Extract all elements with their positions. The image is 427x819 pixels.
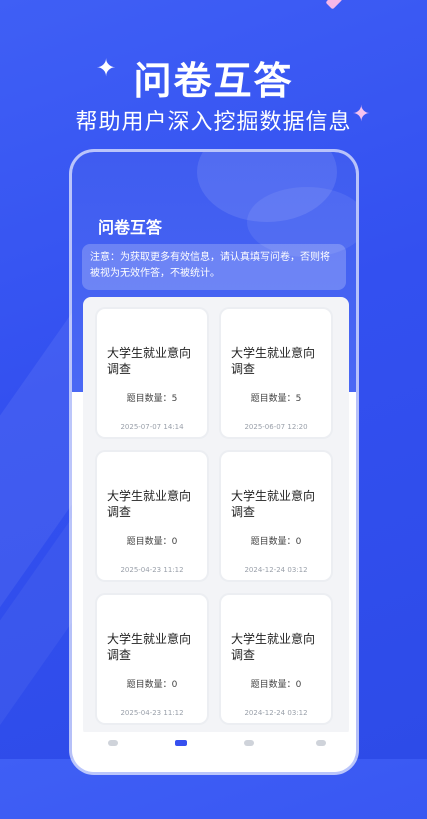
question-count: 题目数量：0	[250, 537, 302, 547]
question-count: 题目数量：5	[126, 394, 178, 404]
promo-title: 问卷互答	[133, 59, 294, 103]
notice-banner: 注意：为获取更多有效信息，请认真填写问卷，否则将被视为无效作答，不被统计。	[82, 244, 346, 290]
survey-icon[interactable]	[175, 740, 187, 746]
survey-card[interactable]: 大学生就业意向调查 题目数量：0 2024-12-24 03:12	[221, 452, 331, 580]
survey-card[interactable]: 大学生就业意向调查 题目数量：5 2025-07-07 14:14	[97, 309, 207, 437]
home-icon[interactable]	[108, 740, 118, 746]
message-icon[interactable]	[244, 740, 254, 746]
decorative-diamond	[325, 0, 343, 10]
survey-date: 2025-07-07 14:14	[120, 423, 184, 431]
survey-date: 2024-12-24 03:12	[244, 709, 308, 717]
survey-date: 2025-04-23 11:12	[120, 709, 184, 717]
survey-title: 大学生就业意向调查	[107, 489, 192, 519]
survey-title: 大学生就业意向调查	[107, 632, 192, 662]
survey-title: 大学生就业意向调查	[231, 489, 316, 519]
survey-title: 大学生就业意向调查	[107, 346, 192, 376]
bottom-tab-bar	[72, 732, 356, 772]
survey-card[interactable]: 大学生就业意向调查 题目数量：0 2025-04-23 11:12	[97, 595, 207, 723]
survey-card[interactable]: 大学生就业意向调查 题目数量：0 2024-12-24 03:12	[221, 595, 331, 723]
survey-list: 大学生就业意向调查 题目数量：5 2025-07-07 14:14 大学生就业意…	[83, 297, 349, 737]
question-count: 题目数量：0	[126, 680, 178, 690]
survey-date: 2024-12-24 03:12	[244, 566, 308, 574]
survey-date: 2025-06-07 12:20	[244, 423, 308, 431]
question-count: 题目数量：0	[250, 680, 302, 690]
survey-card[interactable]: 大学生就业意向调查 题目数量：0 2025-04-23 11:12	[97, 452, 207, 580]
question-count: 题目数量：5	[250, 394, 302, 404]
survey-date: 2025-04-23 11:12	[120, 566, 184, 574]
sparkle-icon: ✦	[352, 102, 371, 127]
question-count: 题目数量：0	[126, 537, 178, 547]
survey-card[interactable]: 大学生就业意向调查 题目数量：5 2025-06-07 12:20	[221, 309, 331, 437]
survey-title: 大学生就业意向调查	[231, 346, 316, 376]
survey-title: 大学生就业意向调查	[231, 632, 316, 662]
phone-screen: 问卷互答 注意：为获取更多有效信息，请认真填写问卷，否则将被视为无效作答，不被统…	[72, 152, 356, 772]
app-title: 问卷互答	[98, 218, 163, 237]
profile-icon[interactable]	[316, 740, 326, 746]
